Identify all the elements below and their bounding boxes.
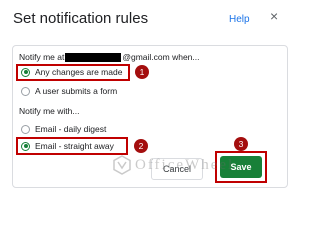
- option-daily-digest[interactable]: Email - daily digest: [21, 124, 106, 134]
- redacted-email: [65, 52, 122, 62]
- cancel-button[interactable]: Cancel: [151, 158, 203, 180]
- option-form-submit-label: A user submits a form: [35, 86, 118, 96]
- option-daily-digest-label: Email - daily digest: [35, 124, 107, 134]
- help-link[interactable]: Help: [229, 14, 250, 25]
- notify-email-suffix: @gmail.com when...: [122, 52, 200, 62]
- step-badge-2: 2: [134, 139, 148, 153]
- step-badge-3: 3: [234, 137, 248, 151]
- option-form-submit[interactable]: A user submits a form: [21, 86, 117, 96]
- notify-with-heading: Notify me with...: [19, 106, 80, 116]
- highlight-box-2: [16, 137, 128, 155]
- close-icon[interactable]: ×: [270, 9, 282, 23]
- highlight-box-1: [16, 64, 130, 81]
- notify-email-line: Notify me at @gmail.com when...: [19, 52, 200, 62]
- step-badge-1: 1: [135, 65, 149, 79]
- dialog-title: Set notification rules: [13, 10, 149, 27]
- notify-prefix: Notify me at: [19, 52, 65, 62]
- highlight-box-3: [215, 151, 267, 183]
- radio-form-submit[interactable]: [21, 86, 30, 96]
- radio-daily-digest[interactable]: [21, 124, 30, 134]
